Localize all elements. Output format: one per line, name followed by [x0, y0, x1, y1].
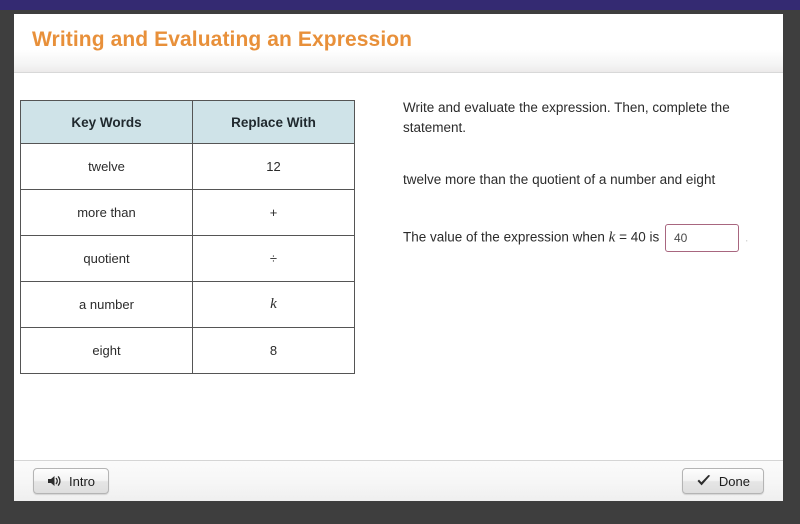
table-row: twelve 12	[20, 143, 355, 190]
table-row: a number k	[20, 281, 355, 328]
table-row: eight 8	[20, 327, 355, 374]
main-content: Key Words Replace With twelve 12 more th…	[14, 74, 783, 459]
cell-key-word: a number	[20, 281, 193, 328]
table-header-row: Key Words Replace With	[20, 100, 355, 144]
top-accent-strip	[0, 0, 800, 10]
answer-equals-text: = 40 is	[619, 229, 660, 245]
header-bar: Writing and Evaluating an Expression	[14, 14, 783, 73]
variable-k: k	[270, 296, 277, 312]
cell-replace-with: ÷	[192, 235, 355, 282]
cell-replace-with: 8	[192, 327, 355, 374]
answer-input[interactable]	[665, 224, 739, 252]
prompt-column: Write and evaluate the expression. Then,…	[403, 98, 769, 252]
cell-replace-with: k	[192, 281, 355, 328]
instruction-text: Write and evaluate the expression. Then,…	[403, 100, 730, 135]
variable-k: k	[608, 229, 616, 246]
cell-replace-with: +	[192, 189, 355, 236]
footer-bar: Intro Done	[14, 460, 783, 501]
cell-key-word: twelve	[20, 143, 193, 190]
cell-key-word: eight	[20, 327, 193, 374]
page-title: Writing and Evaluating an Expression	[32, 28, 413, 51]
answer-prefix-text: The value of the expression when	[403, 229, 605, 245]
done-button-label: Done	[718, 473, 750, 489]
cell-key-word: quotient	[20, 235, 193, 282]
column-header-key-words: Key Words	[20, 100, 193, 144]
key-words-table: Key Words Replace With twelve 12 more th…	[20, 100, 355, 374]
table-row: more than +	[20, 189, 355, 236]
column-header-replace-with: Replace With	[192, 100, 355, 144]
cell-replace-with: 12	[192, 143, 355, 190]
intro-button-label: Intro	[69, 473, 96, 489]
table-row: quotient ÷	[20, 235, 355, 282]
expression-phrase: twelve more than the quotient of a numbe…	[403, 172, 716, 187]
checkmark-icon	[696, 474, 712, 488]
done-button[interactable]: Done	[681, 468, 764, 494]
content-card: Writing and Evaluating an Expression Key…	[14, 14, 783, 501]
application-window: Writing and Evaluating an Expression Key…	[0, 0, 800, 524]
answer-statement: The value of the expression when k = 40 …	[403, 224, 775, 252]
intro-button[interactable]: Intro	[33, 468, 110, 494]
answer-trailing-period: .	[744, 229, 749, 245]
cell-key-word: more than	[20, 189, 193, 236]
speaker-icon	[47, 474, 62, 488]
